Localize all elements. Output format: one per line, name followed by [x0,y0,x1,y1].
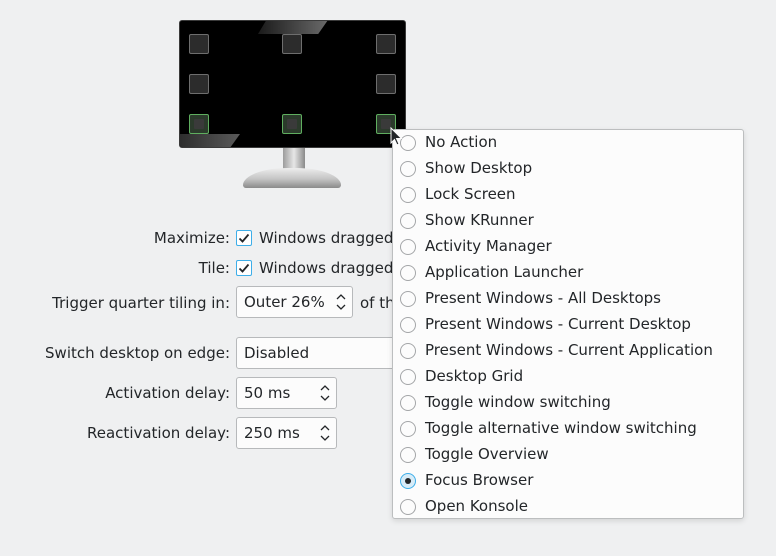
radio-button[interactable] [400,421,416,437]
quarter-tiling-value: Outer 26% [244,293,325,311]
corner-top-right[interactable] [376,34,396,54]
tile-checkbox[interactable] [236,260,252,276]
menu-item[interactable]: Toggle alternative window switching [393,416,743,442]
switch-desktop-label: Switch desktop on edge: [45,344,230,362]
corner-top-left[interactable] [189,34,209,54]
maximize-checkbox[interactable] [236,230,252,246]
monitor-stand [243,168,341,188]
menu-item[interactable]: Present Windows - Current Desktop [393,312,743,338]
check-icon [238,233,250,243]
menu-item[interactable]: Desktop Grid [393,364,743,390]
check-icon [238,263,250,273]
menu-item[interactable]: Toggle window switching [393,390,743,416]
menu-item[interactable]: Open Konsole [393,494,743,520]
menu-item[interactable]: Application Launcher [393,260,743,286]
switch-desktop-value: Disabled [244,344,310,362]
spin-arrows-icon[interactable] [336,293,346,311]
maximize-label: Maximize: [153,229,230,247]
menu-item[interactable]: No Action [393,130,743,156]
menu-item-label: Activity Manager [425,237,552,255]
menu-item[interactable]: Activity Manager [393,234,743,260]
radio-button[interactable] [400,265,416,281]
radio-button[interactable] [400,499,416,515]
maximize-checkbox-text[interactable]: Windows dragged [259,229,393,247]
menu-item[interactable]: Focus Browser [393,468,743,494]
menu-item-label: No Action [425,133,498,151]
activation-delay-spinbox[interactable]: 50 ms [236,377,337,409]
monitor-neck [283,148,305,170]
menu-item[interactable]: Lock Screen [393,182,743,208]
tile-label: Tile: [198,259,230,277]
reactivation-delay-spinbox[interactable]: 250 ms [236,417,337,449]
radio-button[interactable] [400,291,416,307]
menu-item-label: Present Windows - All Desktops [425,289,661,307]
corner-top[interactable] [282,34,302,54]
corner-right[interactable] [376,74,396,94]
screen-reflection [258,21,328,34]
switch-desktop-combobox[interactable]: Disabled [236,337,406,369]
menu-item-label: Toggle Overview [425,445,549,463]
screen-edge-preview [179,20,406,148]
menu-item-label: Present Windows - Current Application [425,341,713,359]
menu-item[interactable]: Show KRunner [393,208,743,234]
radio-button[interactable] [400,317,416,333]
reactivation-delay-label: Reactivation delay: [87,424,230,442]
radio-button[interactable] [400,161,416,177]
quarter-tiling-spinbox[interactable]: Outer 26% [236,286,353,318]
mouse-pointer-icon [390,127,403,146]
menu-item-label: Toggle window switching [425,393,611,411]
radio-button[interactable] [400,213,416,229]
menu-item[interactable]: Present Windows - All Desktops [393,286,743,312]
screen-reflection [180,134,240,147]
menu-item-label: Desktop Grid [425,367,524,385]
reactivation-delay-value: 250 ms [244,424,300,442]
corner-bottom[interactable] [282,114,302,134]
menu-item-label: Show KRunner [425,211,534,229]
menu-item-label: Show Desktop [425,159,533,177]
spin-arrows-icon[interactable] [320,424,330,442]
activation-delay-value: 50 ms [244,384,291,402]
menu-item-label: Application Launcher [425,263,584,281]
activation-delay-label: Activation delay: [105,384,230,402]
spin-arrows-icon[interactable] [320,384,330,402]
radio-button[interactable] [400,395,416,411]
quarter-tiling-label: Trigger quarter tiling in: [52,294,230,312]
radio-button[interactable] [400,187,416,203]
radio-button[interactable] [400,473,416,489]
monitor-screen [179,20,406,148]
menu-item-label: Present Windows - Current Desktop [425,315,691,333]
radio-button[interactable] [400,369,416,385]
menu-item-label: Toggle alternative window switching [425,419,697,437]
corner-left[interactable] [189,74,209,94]
quarter-tiling-suffix: of th [360,294,395,312]
edge-action-menu: No Action Show Desktop Lock Screen Show KRu… [392,129,744,519]
radio-button[interactable] [400,239,416,255]
menu-item[interactable]: Toggle Overview [393,442,743,468]
menu-item[interactable]: Present Windows - Current Application [393,338,743,364]
tile-checkbox-text[interactable]: Windows dragged [259,259,393,277]
corner-bottom-left[interactable] [189,114,209,134]
menu-item-label: Lock Screen [425,185,516,203]
radio-button[interactable] [400,343,416,359]
radio-button[interactable] [400,447,416,463]
menu-item-label: Focus Browser [425,471,534,489]
menu-item-label: Open Konsole [425,497,528,515]
menu-item[interactable]: Show Desktop [393,156,743,182]
